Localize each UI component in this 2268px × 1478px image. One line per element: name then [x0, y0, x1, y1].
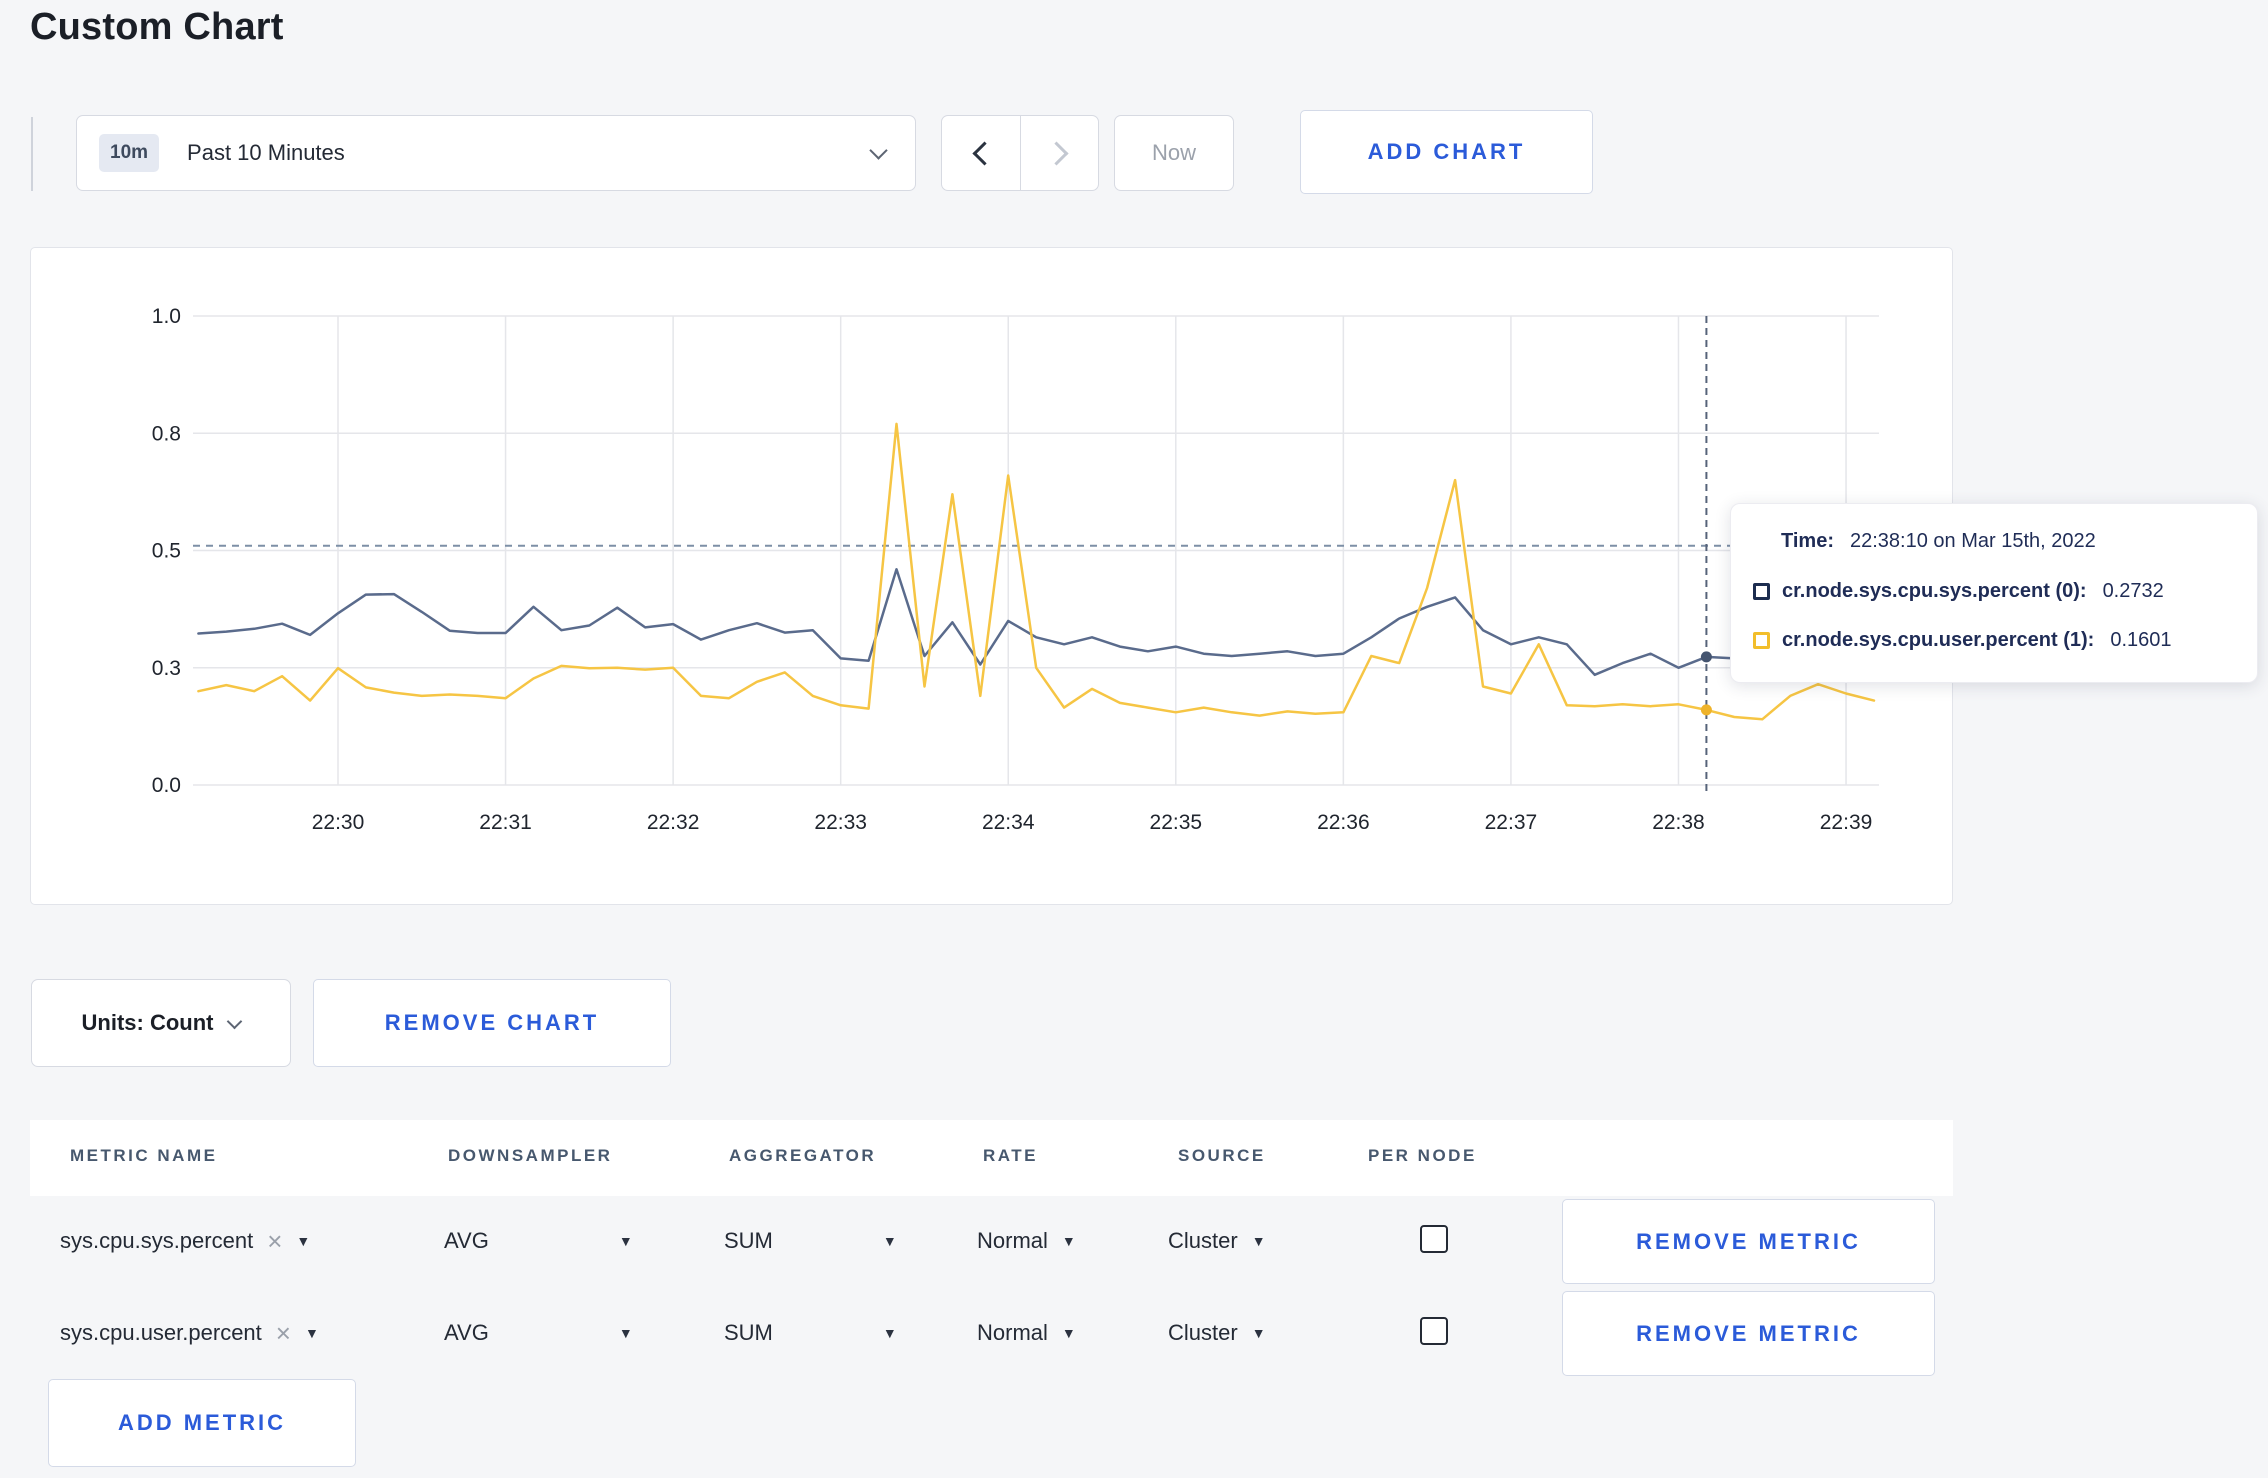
- remove-metric-button[interactable]: REMOVE METRIC: [1562, 1199, 1935, 1284]
- time-forward-button[interactable]: [1020, 116, 1098, 190]
- col-source: SOURCE: [1178, 1146, 1266, 1165]
- now-button-label: Now: [1151, 140, 1196, 165]
- aggregator-value: SUM: [724, 1228, 773, 1253]
- time-range-badge: 10m: [99, 134, 160, 172]
- col-rate: RATE: [983, 1146, 1039, 1165]
- per-node-checkbox[interactable]: [1420, 1225, 1448, 1253]
- svg-text:22:37: 22:37: [1485, 811, 1538, 834]
- metric-name-label: sys.cpu.sys.percent: [60, 1228, 254, 1253]
- source-value: Cluster: [1168, 1228, 1238, 1253]
- metric-name-select[interactable]: sys.cpu.sys.percent × ▼: [60, 1228, 310, 1254]
- svg-text:22:36: 22:36: [1317, 811, 1370, 834]
- metric-name-label: sys.cpu.user.percent: [60, 1320, 262, 1345]
- add-chart-label: ADD CHART: [1367, 139, 1526, 164]
- table-row: sys.cpu.sys.percent × ▼ AVG ▼ SUM ▼ Norm…: [0, 1199, 2268, 1287]
- table-row: sys.cpu.user.percent × ▼ AVG ▼ SUM ▼ Nor…: [0, 1291, 2268, 1379]
- svg-text:22:35: 22:35: [1150, 811, 1203, 834]
- aggregator-select[interactable]: SUM ▼: [724, 1320, 897, 1346]
- rate-value: Normal: [977, 1228, 1048, 1253]
- metric-name-select[interactable]: sys.cpu.user.percent × ▼: [60, 1320, 319, 1346]
- page-title: Custom Chart: [30, 6, 284, 48]
- add-metric-label: ADD METRIC: [117, 1410, 287, 1435]
- units-dropdown[interactable]: Units: Count: [31, 979, 291, 1067]
- tooltip-time-label: Time:: [1781, 530, 1834, 552]
- remove-metric-button[interactable]: REMOVE METRIC: [1562, 1291, 1935, 1376]
- chevron-right-icon: [1044, 140, 1069, 166]
- svg-text:22:33: 22:33: [814, 811, 867, 834]
- time-back-button[interactable]: [942, 116, 1020, 190]
- rate-select[interactable]: Normal ▼: [977, 1320, 1076, 1346]
- add-metric-button[interactable]: ADD METRIC: [48, 1379, 356, 1467]
- time-range-label: Past 10 Minutes: [187, 140, 345, 165]
- clear-metric-icon[interactable]: ×: [276, 1320, 291, 1346]
- caret-down-icon: ▼: [296, 1233, 311, 1249]
- caret-down-icon: ▼: [1251, 1233, 1266, 1249]
- svg-text:1.0: 1.0: [152, 305, 181, 328]
- add-chart-button[interactable]: ADD CHART: [1300, 110, 1593, 194]
- aggregator-select[interactable]: SUM ▼: [724, 1228, 897, 1254]
- svg-text:22:32: 22:32: [647, 811, 700, 834]
- col-metric-name: METRIC NAME: [70, 1146, 218, 1165]
- toolbar-left-divider: [31, 117, 33, 191]
- caret-down-icon: ▼: [1251, 1325, 1266, 1341]
- remove-metric-label: REMOVE METRIC: [1636, 1228, 1861, 1254]
- caret-down-icon: ▼: [1061, 1233, 1076, 1249]
- series-sys-swatch-icon: [1753, 583, 1770, 600]
- time-range-dropdown[interactable]: 10m Past 10 Minutes: [76, 115, 916, 191]
- caret-down-icon: ▼: [1061, 1325, 1076, 1341]
- clear-metric-icon[interactable]: ×: [267, 1228, 282, 1254]
- downsampler-value: AVG: [444, 1228, 489, 1253]
- caret-down-icon: ▼: [304, 1325, 319, 1341]
- caret-down-icon: ▼: [618, 1325, 633, 1341]
- remove-metric-label: REMOVE METRIC: [1636, 1320, 1861, 1346]
- col-per-node: PER NODE: [1368, 1146, 1477, 1165]
- svg-text:0.3: 0.3: [152, 657, 181, 680]
- svg-text:22:30: 22:30: [312, 811, 365, 834]
- svg-text:22:31: 22:31: [479, 811, 532, 834]
- col-downsampler: DOWNSAMPLER: [448, 1146, 613, 1165]
- downsampler-select[interactable]: AVG ▼: [444, 1320, 633, 1346]
- units-label: Units: Count: [81, 1010, 214, 1035]
- per-node-checkbox[interactable]: [1420, 1317, 1448, 1345]
- svg-text:0.0: 0.0: [152, 774, 181, 797]
- caret-down-icon: ▼: [618, 1233, 633, 1249]
- svg-text:22:39: 22:39: [1820, 811, 1873, 834]
- svg-text:22:34: 22:34: [982, 811, 1035, 834]
- source-select[interactable]: Cluster ▼: [1168, 1320, 1266, 1346]
- remove-chart-button[interactable]: REMOVE CHART: [313, 979, 671, 1067]
- source-value: Cluster: [1168, 1320, 1238, 1345]
- tooltip-series-user-name: cr.node.sys.cpu.user.percent (1):: [1782, 629, 2095, 651]
- tooltip-time-value: 22:38:10 on Mar 15th, 2022: [1849, 530, 2096, 552]
- svg-text:0.5: 0.5: [152, 540, 181, 563]
- source-select[interactable]: Cluster ▼: [1168, 1228, 1266, 1254]
- remove-chart-label: REMOVE CHART: [384, 1010, 600, 1035]
- aggregator-value: SUM: [724, 1320, 773, 1345]
- col-aggregator: AGGREGATOR: [729, 1146, 877, 1165]
- chart-card: 1.0 0.8 0.5 0.3 0.0 22:30 22:31 22:32 22:33 22:34…: [30, 247, 1953, 905]
- downsampler-value: AVG: [444, 1320, 489, 1345]
- downsampler-select[interactable]: AVG ▼: [444, 1228, 633, 1254]
- svg-text:0.8: 0.8: [152, 422, 181, 445]
- time-step-buttons: [941, 115, 1099, 191]
- tooltip-series-user-value: 0.1601: [2110, 629, 2172, 651]
- tooltip-series-sys-value: 0.2732: [2102, 580, 2164, 602]
- caret-down-icon: ▼: [882, 1325, 897, 1341]
- chart-tooltip: Time: 22:38:10 on Mar 15th, 2022 cr.node…: [1730, 503, 2258, 683]
- caret-down-icon: ▼: [882, 1233, 897, 1249]
- tooltip-series-sys-name: cr.node.sys.cpu.sys.percent (0):: [1782, 580, 2087, 602]
- chevron-down-icon: [869, 140, 888, 160]
- now-button[interactable]: Now: [1114, 115, 1234, 191]
- svg-text:22:38: 22:38: [1652, 811, 1705, 834]
- rate-select[interactable]: Normal ▼: [977, 1228, 1076, 1254]
- chevron-down-icon: [227, 1013, 243, 1029]
- series-user-swatch-icon: [1753, 632, 1770, 649]
- cpu-chart-svg[interactable]: 1.0 0.8 0.5 0.3 0.0 22:30 22:31 22:32 22:33 22:34…: [31, 248, 1954, 906]
- rate-value: Normal: [977, 1320, 1048, 1345]
- chevron-left-icon: [971, 140, 997, 166]
